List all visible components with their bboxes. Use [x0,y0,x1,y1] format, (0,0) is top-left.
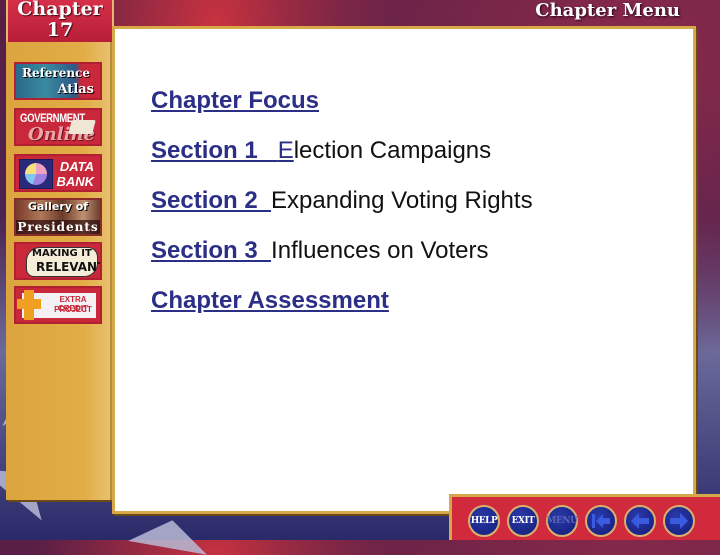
pie-chart-icon [19,159,53,189]
sidebar-item-label: MAKING IT [32,248,92,259]
section-3-link[interactable]: Section 3 [151,237,271,264]
sidebar-item-extra-credit-project[interactable]: EXTRA CREDIT PROJECT [14,286,102,324]
chapter-focus-link[interactable]: Chapter Focus [151,87,319,114]
menu-button[interactable]: MENU [546,505,578,537]
sidebar-item-data-bank[interactable]: DATA BANK [14,154,102,192]
help-button[interactable]: HELP [468,505,500,537]
sidebar-item-label: RELEVANT [36,260,102,274]
plus-icon [17,299,41,309]
section-1-title: lection Campaigns [293,137,492,164]
menu-item-section-1: Section 1 Election Campaigns [151,136,533,186]
navigation-bar: HELP EXIT MENU [449,494,720,540]
first-slide-button[interactable] [585,505,617,537]
sidebar-item-making-it-relevant[interactable]: MAKING IT RELEVANT [14,242,102,280]
previous-slide-button[interactable] [624,505,656,537]
next-slide-button[interactable] [663,505,695,537]
sidebar-item-label: Gallery of [27,200,89,213]
section-3-title: Influences on Voters [271,237,489,264]
sidebar-item-gallery-of-presidents[interactable]: Gallery of Presidents [14,198,102,236]
chapter-badge: Chapter 17 [6,0,114,44]
arrow-left-bar-icon [592,514,610,528]
section-2-link[interactable]: Section 2 [151,187,271,214]
sidebar-item-label: Presidents [16,220,100,234]
section-2-title: Expanding Voting Rights [271,187,533,214]
sidebar-item-label: Reference [21,66,90,80]
menu-item-chapter-focus: Chapter Focus [151,86,533,136]
menu-item-chapter-assessment: Chapter Assessment [151,286,533,336]
section-1-link[interactable]: Section 1 E [151,137,294,164]
sidebar-item-reference-atlas[interactable]: Reference Atlas [14,62,102,100]
menu-label: MENU [546,516,578,526]
sidebar-item-label: BANK [56,174,94,189]
chapter-menu-link[interactable]: Chapter Menu [535,0,680,21]
sidebar-item-label: PROJECT [54,305,92,314]
book-flag-icon [68,120,96,134]
chapter-number: 17 [46,19,74,41]
sidebar: Reference Atlas GOVERNMENT Online DATA B… [6,42,112,500]
chapter-label: Chapter [17,0,103,20]
sidebar-item-government-online[interactable]: GOVERNMENT Online [14,108,102,146]
sidebar-item-label: Atlas [57,82,94,97]
arrow-left-icon [631,513,649,529]
exit-button[interactable]: EXIT [507,505,539,537]
sidebar-item-label: DATA [59,159,94,174]
chapter-menu-list: Chapter Focus Section 1 Election Campaig… [151,86,533,336]
exit-label: EXIT [511,516,535,526]
chapter-assessment-link[interactable]: Chapter Assessment [151,287,389,314]
content-panel: Chapter Focus Section 1 Election Campaig… [112,26,696,514]
help-label: HELP [470,516,498,526]
menu-item-section-3: Section 3 Influences on Voters [151,236,533,286]
arrow-right-icon [670,513,688,529]
background-star [128,513,212,555]
menu-item-section-2: Section 2 Expanding Voting Rights [151,186,533,236]
